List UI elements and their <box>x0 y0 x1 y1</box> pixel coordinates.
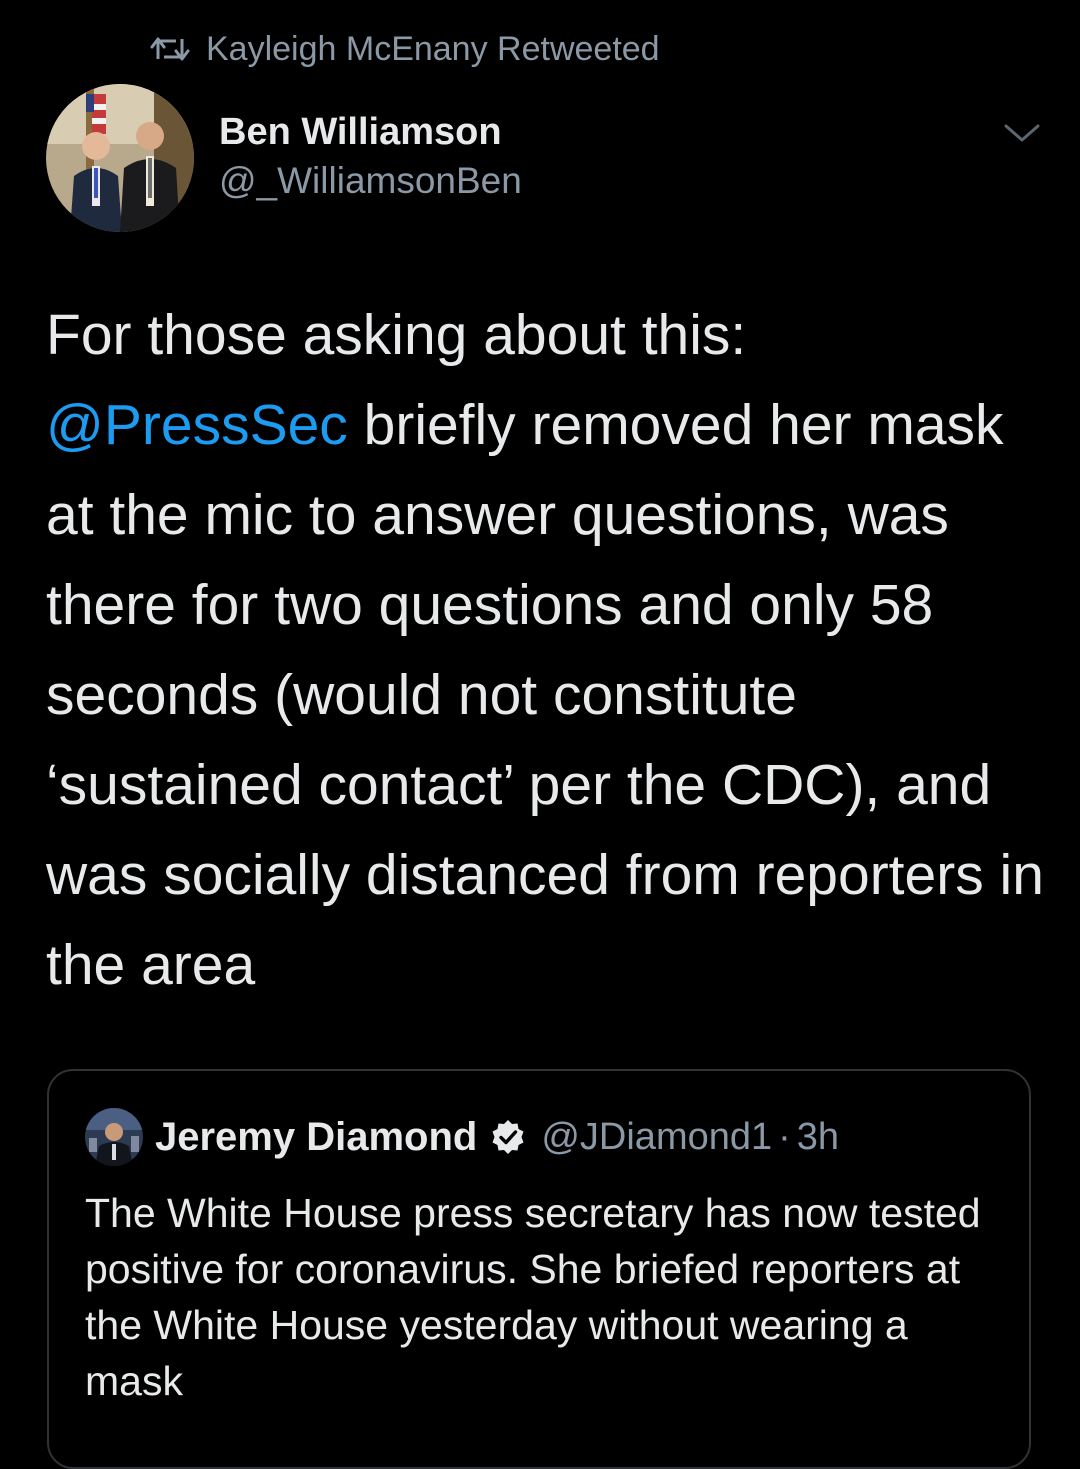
meta-separator: · <box>778 1115 791 1158</box>
mention-link[interactable]: @PressSec <box>46 393 348 457</box>
retweet-label: Kayleigh McEnany Retweeted <box>206 29 660 68</box>
quoted-tweet-header: Jeremy Diamond @JDiamond1 · 3h <box>85 1108 839 1166</box>
tweet-text-intro: For those asking about this: <box>46 303 747 367</box>
verified-badge-icon <box>489 1118 527 1156</box>
quoted-author-name[interactable]: Jeremy Diamond <box>155 1115 477 1160</box>
author-handle[interactable]: @_WilliamsonBen <box>219 156 522 206</box>
author-name[interactable]: Ben Williamson <box>219 108 522 156</box>
retweet-indicator[interactable]: Kayleigh McEnany Retweeted <box>150 26 660 72</box>
author-info[interactable]: Ben Williamson @_WilliamsonBen <box>219 108 522 206</box>
quoted-tweet-card[interactable]: Jeremy Diamond @JDiamond1 · 3h The White… <box>47 1069 1031 1469</box>
tweet-text-body: briefly removed her mask at the mic to a… <box>46 393 1044 997</box>
author-avatar[interactable] <box>46 84 194 232</box>
tweet-menu-button[interactable] <box>1000 118 1044 148</box>
tweet-text: For those asking about this: @PressSec b… <box>46 290 1046 1010</box>
chevron-down-icon <box>1000 118 1044 148</box>
quoted-author-handle[interactable]: @JDiamond1 <box>541 1116 772 1159</box>
quoted-tweet-text: The White House press secretary has now … <box>85 1190 981 1404</box>
retweet-icon <box>150 33 190 65</box>
quoted-author-avatar[interactable] <box>85 1108 143 1166</box>
quoted-tweet-time[interactable]: 3h <box>797 1116 839 1159</box>
